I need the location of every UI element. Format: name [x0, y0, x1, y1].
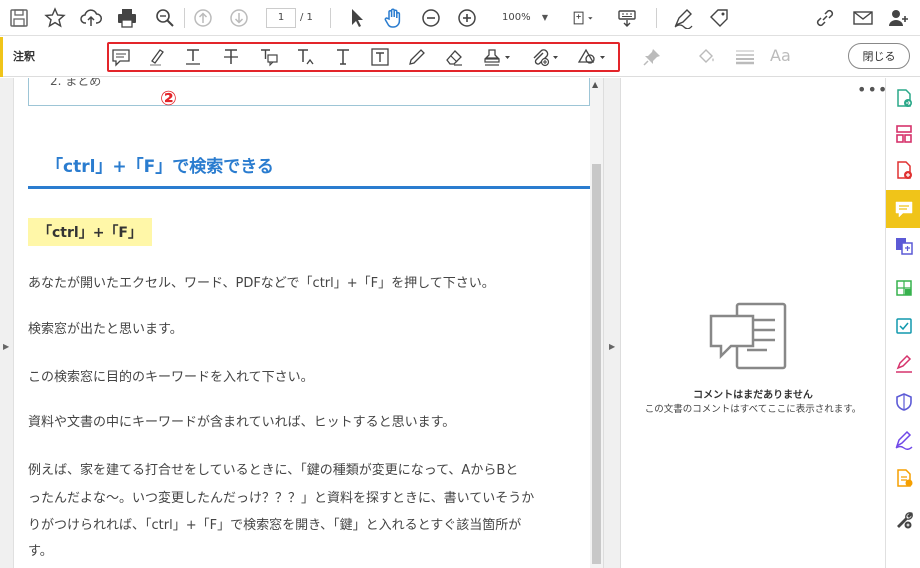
tag-edit-icon[interactable]	[706, 4, 732, 32]
close-comment-button[interactable]: 閉じる	[848, 43, 910, 69]
page-fit-icon[interactable]	[566, 4, 600, 32]
hand-tool-icon[interactable]	[380, 4, 406, 32]
mail-icon[interactable]	[850, 4, 876, 32]
organize-pages-icon[interactable]	[886, 116, 920, 152]
pin-icon[interactable]	[640, 45, 664, 69]
shapes-icon[interactable]	[575, 45, 609, 69]
pencil-draw-icon[interactable]	[405, 45, 429, 69]
document-view: 2. まとめ ② 「ctrl」+「F」で検索できる 「ctrl」+「F」 あなた…	[14, 78, 590, 568]
paragraph: ったんだよな〜。いつ変更したんだっけ？？？」と資料を探すときに、書いていそうか	[28, 491, 535, 506]
collapse-panel-icon: ▶	[609, 342, 616, 351]
paragraph: この検索窓に目的のキーワードを入れて下さい。	[28, 370, 314, 385]
zoom-search-icon[interactable]	[152, 4, 178, 32]
combine-files-icon[interactable]	[886, 228, 920, 264]
paragraph: あなたが開いたエクセル、ワード、PDFなどで「ctrl」+「F」を押して下さい。	[28, 276, 495, 291]
scan-ocr-icon[interactable]	[886, 308, 920, 344]
fill-sign-icon[interactable]	[886, 346, 920, 382]
paragraph: 資料や文書の中にキーワードが含まれていれば、ヒットすると思います。	[28, 415, 456, 430]
line-weight-icon[interactable]	[732, 45, 758, 69]
link-share-icon[interactable]	[812, 4, 838, 32]
keyboard-tools-icon[interactable]	[614, 4, 640, 32]
comment-panel: ••• コメントはまだありません この文書のコメントはすべてここに表示されます。	[621, 78, 888, 568]
compress-pdf-icon[interactable]	[886, 270, 920, 306]
paragraph: りがつけられれば、「ctrl」+「F」で検索窓を開き、「鍵」と入れるとすぐ該当箇…	[28, 518, 522, 533]
comment-tool-icon[interactable]	[886, 190, 920, 228]
bookmark-star-icon[interactable]	[42, 4, 68, 32]
paragraph: す。	[28, 544, 53, 559]
paragraph: 例えば、家を建てる打合せをしているときに、「鍵の種類が変更になって、AからBと	[28, 463, 519, 478]
insert-text-icon[interactable]	[294, 45, 318, 69]
comment-bar-title: 注釈	[13, 50, 35, 63]
stamp-icon[interactable]	[480, 45, 514, 69]
highlighted-subheading: 「ctrl」+「F」	[28, 218, 152, 246]
send-review-icon[interactable]	[886, 460, 920, 496]
strikethrough-text-icon[interactable]	[219, 45, 243, 69]
left-panel-toggle[interactable]: ▶	[0, 78, 14, 568]
empty-comments-icon	[709, 302, 787, 370]
chevron-down-icon: ▼	[541, 13, 548, 22]
heading-underline	[28, 186, 590, 189]
page-total: / 1	[300, 12, 313, 23]
scrollbar-thumb[interactable]	[592, 164, 601, 564]
comment-bar-accent	[0, 37, 3, 77]
fill-color-icon[interactable]	[694, 45, 718, 69]
section-heading: 「ctrl」+「F」で検索できる	[46, 157, 274, 177]
document-scrollbar[interactable]: ▲	[590, 78, 603, 568]
more-tools-icon[interactable]	[886, 502, 920, 538]
create-pdf-icon[interactable]	[886, 152, 920, 188]
protect-shield-icon[interactable]	[886, 384, 920, 420]
zoom-level-value: 100%	[502, 12, 531, 23]
attach-file-icon[interactable]	[528, 45, 562, 69]
request-signature-icon[interactable]	[886, 422, 920, 458]
next-page-icon[interactable]	[226, 4, 252, 32]
expand-left-icon: ▶	[3, 342, 10, 351]
zoom-out-icon[interactable]	[418, 4, 444, 32]
comment-panel-toggle[interactable]: ▶	[603, 78, 621, 568]
zoom-in-icon[interactable]	[454, 4, 480, 32]
add-user-icon[interactable]	[886, 4, 912, 32]
replace-text-icon[interactable]	[257, 45, 281, 69]
paragraph: 検索窓が出たと思います。	[28, 322, 183, 337]
sign-pen-icon[interactable]	[670, 4, 696, 32]
prev-page-icon[interactable]	[190, 4, 216, 32]
empty-comments-title: コメントはまだありません	[693, 390, 813, 401]
toc-item[interactable]: 2. まとめ	[50, 78, 101, 89]
zoom-level-select[interactable]: 100% ▼	[494, 8, 552, 28]
print-icon[interactable]	[114, 4, 140, 32]
select-cursor-icon[interactable]	[344, 4, 370, 32]
highlighter-icon[interactable]	[145, 45, 169, 69]
cloud-upload-icon[interactable]	[78, 4, 104, 32]
eraser-icon[interactable]	[442, 45, 466, 69]
more-options-icon[interactable]: •••	[857, 80, 888, 99]
empty-comments-subtitle: この文書のコメントはすべてここに表示されます。	[644, 404, 862, 415]
main-toolbar: 1 / 1 100% ▼	[0, 0, 920, 36]
save-icon[interactable]	[6, 4, 32, 32]
underline-text-icon[interactable]	[181, 45, 205, 69]
tools-sidebar	[885, 78, 920, 568]
text-box-icon[interactable]	[368, 45, 392, 69]
sticky-note-icon[interactable]	[109, 45, 133, 69]
toc-box	[28, 78, 590, 106]
comment-toolbar: 注釈 Aa 閉じる	[0, 37, 920, 77]
page-number-input[interactable]: 1	[266, 8, 296, 28]
text-properties-button[interactable]: Aa	[770, 46, 791, 65]
export-pdf-icon[interactable]	[886, 80, 920, 116]
step-marker: ②	[160, 86, 177, 110]
scroll-up-icon[interactable]: ▲	[592, 80, 598, 89]
add-text-icon[interactable]	[331, 45, 355, 69]
